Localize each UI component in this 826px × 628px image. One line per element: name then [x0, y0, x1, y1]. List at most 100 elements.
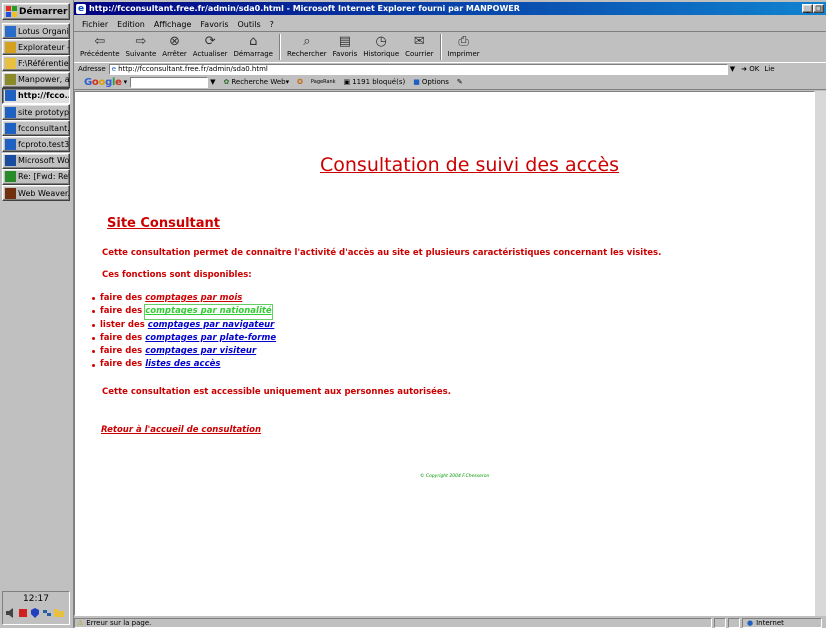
ie-icon — [5, 90, 16, 102]
function-link[interactable]: comptages par navigateur — [148, 319, 275, 332]
toolbar-button-label: Courrier — [405, 50, 434, 58]
function-link[interactable]: comptages par nationalité — [144, 304, 273, 320]
history-icon: ◷ — [375, 34, 387, 49]
toolbar-button-favorites[interactable]: ▤ Favoris — [333, 32, 358, 58]
windows-logo-icon — [6, 6, 17, 17]
window-title: http://fcconsultant.free.fr/admin/sda0.h… — [89, 4, 520, 13]
maximize-button[interactable]: ❐ — [813, 4, 824, 13]
title-bar[interactable]: e http://fcconsultant.free.fr/admin/sda0… — [74, 2, 826, 15]
menu-5[interactable]: ? — [270, 20, 274, 29]
system-tray: 12:17 — [2, 591, 70, 625]
function-link[interactable]: comptages par plate-forme — [145, 332, 276, 345]
options-button[interactable]: ■ Options — [413, 78, 449, 86]
functions-intro: Ces fonctions sont disponibles: — [102, 270, 252, 280]
taskbar-item[interactable]: Re: [Fwd: Retu... — [2, 168, 70, 185]
antivirus-icon[interactable] — [18, 608, 28, 618]
folder-icon[interactable] — [54, 608, 64, 618]
address-input[interactable]: e http://fcconsultant.free.fr/admin/sda0… — [108, 63, 728, 75]
shield-icon[interactable] — [30, 608, 40, 618]
taskbar-item-label: Manpower, ag... — [18, 75, 70, 85]
folder-icon — [5, 57, 16, 69]
status-cell — [728, 617, 740, 628]
taskbar-item-label: Explorateur - G... — [18, 42, 70, 52]
search-web-button[interactable]: ✿ Recherche Web ▾ — [223, 78, 289, 86]
lotus-organizer-icon — [5, 25, 16, 37]
bullet-icon — [92, 363, 95, 367]
list-item-prefix: faire des — [100, 346, 143, 357]
list-item: faire des comptages par plate-forme — [92, 332, 276, 345]
taskbar-item-label: F:\Référentiel ... — [18, 58, 70, 68]
ie-icon: e — [76, 3, 86, 14]
links-label[interactable]: Lie — [764, 65, 774, 73]
toolbar-button-stop[interactable]: ⊗ Arrêter — [162, 32, 187, 58]
list-item-prefix: lister des — [100, 319, 145, 330]
stop-icon: ⊗ — [169, 34, 180, 49]
toolbar-button-print[interactable]: ⎙ Imprimer — [448, 32, 480, 58]
clock: 12:17 — [23, 594, 49, 604]
taskbar-item-label: Re: [Fwd: Retu... — [18, 172, 70, 182]
status-message[interactable]: ⚠ Erreur sur la page. — [74, 617, 712, 628]
menu-0[interactable]: Fichier — [82, 20, 108, 29]
taskbar-item[interactable]: fcconsultant.su... — [2, 120, 70, 137]
address-dropdown-icon[interactable]: ▼ — [730, 65, 735, 73]
security-zone: ● Internet — [742, 617, 822, 628]
taskbar-item[interactable]: Manpower, ag... — [2, 71, 70, 88]
google-logo[interactable]: Google — [84, 77, 122, 88]
taskbar-item[interactable]: F:\Référentiel ... — [2, 55, 70, 72]
function-link[interactable]: comptages par visiteur — [145, 345, 256, 358]
ie-icon — [5, 122, 16, 134]
toolbar-button-mail[interactable]: ✉ Courrier — [405, 32, 433, 58]
taskbar-item[interactable]: Web Weaver.... — [2, 185, 70, 201]
toolbar-button-label: Favoris — [332, 50, 358, 58]
function-link[interactable]: listes des accès — [145, 358, 220, 371]
list-item: lister des comptages par navigateur — [92, 319, 276, 332]
toolbar-button-back-arrow[interactable]: ⇦ Précédente — [80, 32, 120, 58]
taskbar-item[interactable]: Lotus Organize... — [2, 23, 70, 39]
bullet-icon — [92, 310, 95, 314]
taskbar-item[interactable]: http://fcco... — [2, 87, 70, 104]
taskbar-item[interactable]: fcproto.test3 s... — [2, 136, 70, 153]
menu-3[interactable]: Favoris — [200, 20, 228, 29]
taskbar-item[interactable]: Microsoft Word... — [2, 152, 70, 169]
menu-1[interactable]: Edition — [117, 20, 145, 29]
toolbar-button-home[interactable]: ⌂ Démarrage — [234, 32, 273, 58]
menu-4[interactable]: Outils — [238, 20, 261, 29]
pagerank-indicator[interactable]: PageRank — [311, 79, 336, 85]
info-icon[interactable]: ✪ — [297, 78, 303, 86]
network-icon[interactable] — [42, 608, 52, 618]
google-dropdown-icon[interactable]: ▼ — [210, 78, 215, 86]
google-search-input[interactable] — [130, 76, 209, 88]
highlight-icon[interactable]: ✎ — [457, 78, 463, 86]
minimize-button[interactable]: _ — [802, 4, 813, 13]
start-button[interactable]: Démarrer — [2, 3, 70, 20]
toolbar-button-label: Arrêter — [162, 50, 187, 58]
back-to-home-link[interactable]: Retour à l'accueil de consultation — [101, 425, 261, 435]
toolbar-button-label: Précédente — [80, 50, 120, 58]
word-icon — [5, 155, 16, 167]
ie-icon — [5, 106, 16, 118]
bullet-icon — [92, 337, 95, 341]
toolbar-button-search[interactable]: ⌕ Rechercher — [287, 32, 327, 58]
list-item: faire des comptages par nationalité — [92, 304, 276, 320]
popup-blocker[interactable]: ▣ 1191 bloqué(s) — [344, 78, 406, 86]
toolbar-button-refresh[interactable]: ⟳ Actualiser — [193, 32, 228, 58]
vertical-scrollbar[interactable] — [815, 91, 826, 616]
forward-arrow-icon: ⇨ — [135, 34, 147, 49]
taskbar-item[interactable]: site prototype F... — [2, 104, 70, 120]
refresh-icon: ⟳ — [204, 34, 216, 49]
address-bar: Adresse e http://fcconsultant.free.fr/ad… — [74, 63, 826, 75]
list-item-prefix: faire des — [100, 359, 143, 370]
function-link[interactable]: comptages par mois — [145, 292, 242, 305]
globe-icon: ● — [747, 618, 754, 627]
back-arrow-icon: ⇦ — [94, 34, 106, 49]
manpower-icon — [5, 74, 16, 86]
taskbar-item[interactable]: Explorateur - G... — [2, 39, 70, 56]
toolbar-button-history[interactable]: ◷ Historique — [363, 32, 399, 58]
menu-2[interactable]: Affichage — [154, 20, 192, 29]
go-button[interactable]: ➜ OK — [741, 65, 759, 73]
toolbar-button-forward-arrow[interactable]: ⇨ Suivante — [126, 32, 157, 58]
speaker-icon[interactable] — [6, 608, 16, 618]
web-weaver-icon — [5, 187, 16, 199]
bullet-icon — [92, 297, 95, 301]
google-menu-icon[interactable]: ▾ — [124, 78, 128, 86]
